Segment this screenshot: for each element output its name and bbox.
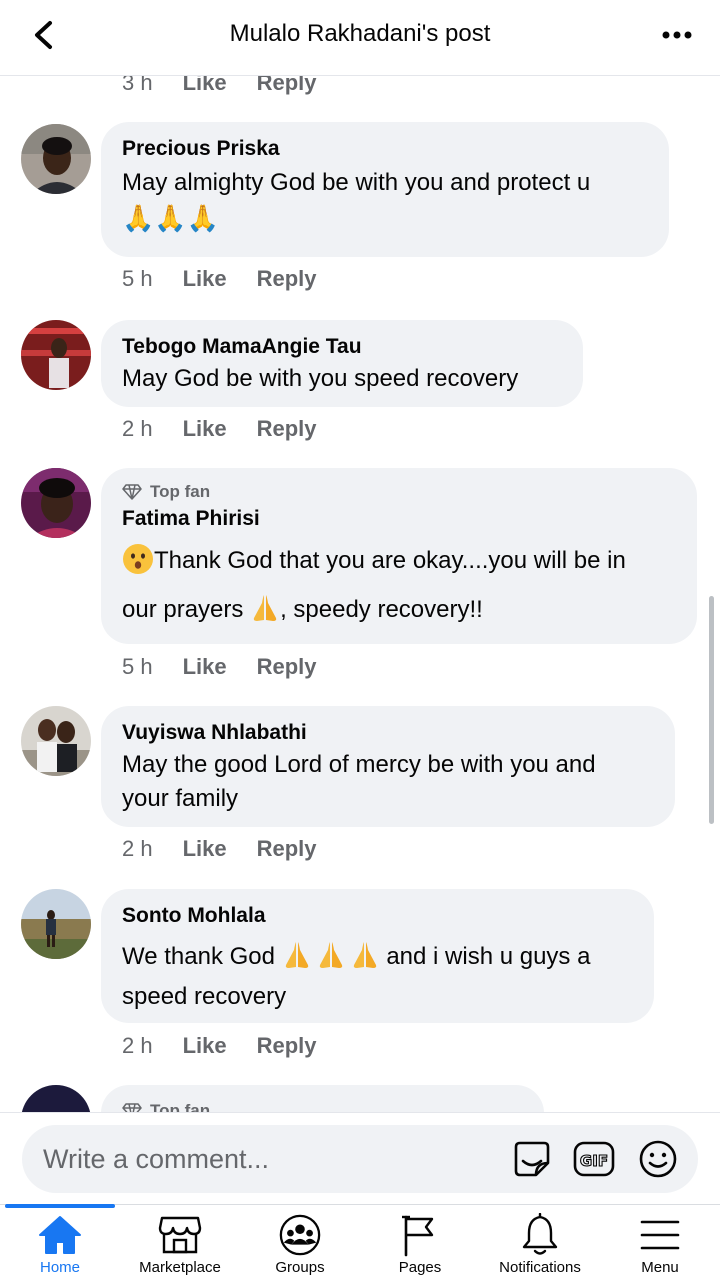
like-button[interactable]: Like — [183, 654, 227, 680]
gif-icon[interactable]: GIF — [572, 1137, 616, 1181]
reply-button[interactable]: Reply — [257, 836, 317, 862]
bell-icon — [518, 1213, 562, 1257]
comment-bubble: Tebogo MamaAngie Tau May God be with you… — [101, 320, 583, 407]
avatar[interactable] — [21, 706, 91, 776]
comment-meta: 5 h Like Reply — [122, 654, 317, 680]
avatar[interactable] — [21, 889, 91, 959]
comment-meta: 2 h Like Reply — [122, 836, 317, 862]
commenter-name[interactable]: Fatima Phirisi — [122, 504, 675, 534]
comments-list: 3 h Like Reply Precious Priska May almig… — [0, 76, 720, 1112]
avatar[interactable] — [21, 320, 91, 390]
praying-hands-emoji — [285, 942, 308, 968]
tab-pages[interactable]: Pages — [360, 1205, 480, 1280]
page-title: Mulalo Rakhadani's post — [229, 20, 491, 47]
menu-icon — [638, 1213, 682, 1257]
avatar[interactable] — [21, 1085, 91, 1112]
comment-input[interactable]: Write a comment... GIF — [22, 1125, 698, 1193]
tab-label: Groups — [275, 1259, 325, 1276]
comment-meta: 5 h Like Reply — [122, 266, 317, 292]
like-button[interactable]: Like — [183, 266, 227, 292]
comment-time: 3 h — [122, 76, 153, 95]
top-fan-badge: Top fan — [122, 1099, 522, 1112]
tab-groups[interactable]: Groups — [240, 1205, 360, 1280]
top-bar: Mulalo Rakhadani's post — [0, 0, 720, 76]
reply-button[interactable]: Reply — [257, 1033, 317, 1059]
comment-time: 5 h — [122, 266, 153, 291]
comment-bubble: Sonto Mohlala We thank God and i wish u … — [101, 889, 654, 1023]
tab-home[interactable]: Home — [0, 1204, 120, 1280]
praying-hands-emoji — [353, 942, 376, 968]
tab-label: Notifications — [499, 1259, 581, 1276]
comment-bubble: Top fan — [101, 1085, 544, 1112]
comment-time: 2 h — [122, 1033, 153, 1058]
bottom-tab-bar: Home Marketplace Groups Pages Notificati… — [0, 1204, 720, 1280]
comment-text: May God be with you speed recovery — [122, 365, 519, 392]
tab-notifications[interactable]: Notifications — [480, 1205, 600, 1280]
home-icon — [38, 1213, 82, 1257]
commenter-name[interactable]: Sonto Mohlala — [122, 901, 632, 931]
praying-hands-emoji — [253, 595, 277, 621]
like-button[interactable]: Like — [183, 76, 227, 96]
comment-placeholder: Write a comment... — [43, 1144, 270, 1174]
comment-time: 2 h — [122, 836, 153, 861]
comment-emoji: 🙏🙏🙏 — [122, 204, 220, 234]
comment-bubble: Vuyiswa Nhlabathi May the good Lord of m… — [101, 706, 675, 827]
like-button[interactable]: Like — [183, 1033, 227, 1059]
commenter-name[interactable]: Tebogo MamaAngie Tau — [122, 332, 561, 362]
avatar[interactable] — [21, 124, 91, 194]
like-button[interactable]: Like — [183, 836, 227, 862]
comment-time: 2 h — [122, 416, 153, 441]
tab-label: Pages — [398, 1259, 442, 1276]
hushed-face-emoji — [123, 544, 153, 574]
tab-label: Marketplace — [139, 1259, 221, 1276]
comment-composer-bar: Write a comment... GIF — [0, 1112, 720, 1204]
emoji-icon[interactable] — [636, 1137, 680, 1181]
comment-text: Thank God that you are okay....you will … — [122, 536, 675, 634]
sticker-icon[interactable] — [510, 1137, 554, 1181]
tab-label: Menu — [641, 1259, 679, 1276]
praying-hands-emoji — [319, 942, 342, 968]
comment-text: May almighty God be with you and protect… — [122, 169, 591, 196]
comment-time: 5 h — [122, 654, 153, 679]
tab-menu[interactable]: Menu — [600, 1205, 720, 1280]
like-button[interactable]: Like — [183, 416, 227, 442]
comment-bubble: Top fan Fatima Phirisi Thank God that yo… — [101, 468, 697, 644]
comment-bubble: Precious Priska May almighty God be with… — [101, 122, 669, 257]
tab-label: Home — [39, 1259, 80, 1276]
commenter-name[interactable]: Vuyiswa Nhlabathi — [122, 718, 653, 748]
avatar[interactable] — [21, 468, 91, 538]
top-fan-label: Top fan — [150, 1101, 211, 1112]
tab-marketplace[interactable]: Marketplace — [120, 1205, 240, 1280]
top-fan-label: Top fan — [150, 482, 211, 501]
diamond-icon — [122, 1103, 142, 1112]
comment-meta: 2 h Like Reply — [122, 416, 317, 442]
reply-button[interactable]: Reply — [257, 416, 317, 442]
diamond-icon — [122, 484, 142, 500]
reply-button[interactable]: Reply — [257, 76, 317, 96]
reply-button[interactable]: Reply — [257, 266, 317, 292]
more-options-icon[interactable] — [660, 18, 694, 52]
active-tab-indicator — [5, 1204, 115, 1208]
comment-meta: 3 h Like Reply — [122, 76, 317, 96]
marketplace-icon — [158, 1213, 202, 1257]
comment-text: We thank God and i wish u guys a speed r… — [122, 937, 632, 1017]
top-fan-badge: Top fan — [122, 480, 675, 504]
svg-text:GIF: GIF — [580, 1152, 608, 1170]
commenter-name[interactable]: Precious Priska — [122, 134, 647, 164]
reply-button[interactable]: Reply — [257, 654, 317, 680]
comment-meta: 2 h Like Reply — [122, 1033, 317, 1059]
scrollbar[interactable] — [709, 596, 714, 824]
groups-icon — [278, 1213, 322, 1257]
comment-text: May the good Lord of mercy be with you a… — [122, 751, 596, 812]
pages-icon — [398, 1213, 442, 1257]
